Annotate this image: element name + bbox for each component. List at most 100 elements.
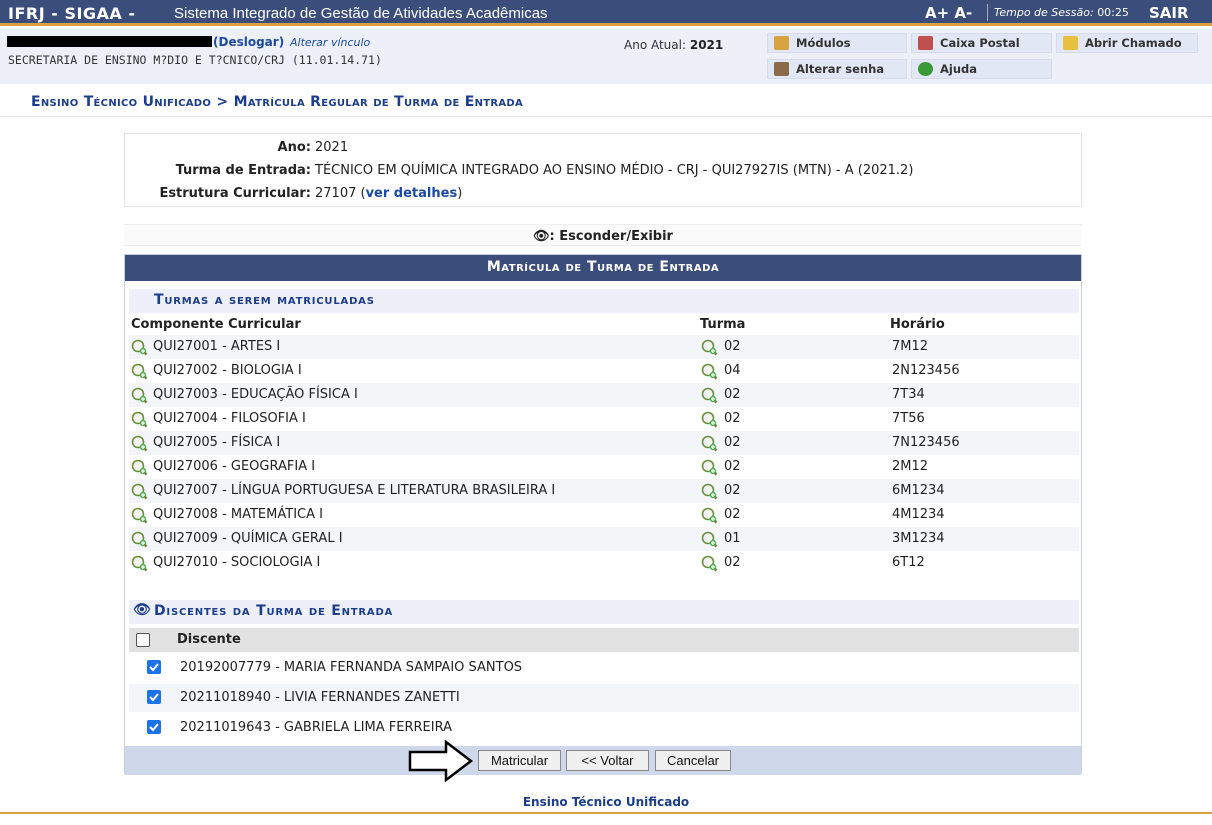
- magnifier-add-icon[interactable]: [131, 459, 148, 476]
- table-row: QUI27001 - ARTES I 02 7M12: [129, 335, 1079, 359]
- modulos-label: Módulos: [796, 36, 851, 50]
- alterar-senha-label: Alterar senha: [796, 62, 885, 76]
- magnifier-add-icon[interactable]: [131, 555, 148, 572]
- turma-cell: 02: [724, 411, 741, 426]
- table-row: QUI27006 - GEOGRAFIA I 02 2M12: [129, 455, 1079, 479]
- system-name: Sistema Integrado de Gestão de Atividade…: [174, 5, 548, 22]
- ano-value: 2021: [315, 140, 349, 155]
- turma-cell: 02: [724, 435, 741, 450]
- turma-cell: 02: [724, 555, 741, 570]
- turma-cell: 01: [724, 531, 741, 546]
- deslogar-link[interactable]: (Deslogar): [213, 35, 284, 49]
- estrutura-label: Estrutura Curricular:: [159, 186, 311, 201]
- breadcrumb: Ensino Técnico Unificado > Matrícula Reg…: [31, 94, 524, 110]
- magnifier-add-icon[interactable]: [131, 531, 148, 548]
- turmas-subtitle: Turmas a serem matriculadas: [129, 289, 1079, 313]
- componente-cell: QUI27009 - QUÍMICA GERAL I: [153, 531, 343, 546]
- magnifier-add-icon[interactable]: [131, 483, 148, 500]
- voltar-button[interactable]: << Voltar: [566, 750, 649, 771]
- cancelar-button[interactable]: Cancelar: [655, 750, 731, 771]
- ano-label: Ano:: [277, 140, 311, 155]
- magnifier-add-icon[interactable]: [701, 483, 718, 500]
- table-row: QUI27010 - SOCIOLOGIA I 02 6T12: [129, 551, 1079, 575]
- magnifier-add-icon[interactable]: [701, 363, 718, 380]
- magnifier-add-icon[interactable]: [701, 339, 718, 356]
- system-logo: IFRJ - SIGAA -: [8, 4, 136, 23]
- magnifier-add-icon[interactable]: [701, 531, 718, 548]
- horario-cell: 6M1234: [892, 483, 945, 498]
- student-row: 20192007779 - MARIA FERNANDA SAMPAIO SAN…: [129, 654, 1079, 682]
- matricular-button[interactable]: Matricular: [478, 750, 561, 771]
- top-bar: IFRJ - SIGAA - Sistema Integrado de Gest…: [0, 0, 1212, 26]
- estrutura-value: 27107 (ver detalhes): [315, 186, 463, 201]
- student-checkbox[interactable]: [147, 720, 161, 734]
- ajuda-button[interactable]: Ajuda: [911, 59, 1052, 79]
- turma-cell: 02: [724, 387, 741, 402]
- student-label: 20211018940 - LIVIA FERNANDES ZANETTI: [180, 690, 460, 705]
- form-footer: Matricular << Voltar Cancelar: [125, 746, 1081, 775]
- table-row: QUI27002 - BIOLOGIA I 04 2N123456: [129, 359, 1079, 383]
- alterar-senha-button[interactable]: Alterar senha: [767, 59, 907, 79]
- table-row: QUI27005 - FÍSICA I 02 7N123456: [129, 431, 1079, 455]
- student-row: 20211018940 - LIVIA FERNANDES ZANETTI: [129, 684, 1079, 712]
- eye-icon: 👁: [133, 602, 152, 618]
- arrow-pointer-icon: [408, 740, 474, 782]
- info-box: Ano: 2021 Turma de Entrada: TÉCNICO EM Q…: [124, 133, 1082, 207]
- magnifier-add-icon[interactable]: [701, 387, 718, 404]
- magnifier-add-icon[interactable]: [701, 459, 718, 476]
- cube-icon: [774, 36, 789, 50]
- select-all-checkbox[interactable]: [136, 633, 150, 647]
- componente-cell: QUI27005 - FÍSICA I: [153, 435, 281, 450]
- ajuda-label: Ajuda: [940, 62, 978, 76]
- horario-cell: 7T56: [892, 411, 925, 426]
- logout-button[interactable]: SAIR: [1149, 4, 1189, 22]
- discentes-subtitle: 👁 Discentes da Turma de Entrada: [129, 600, 1079, 624]
- abrir-chamado-button[interactable]: Abrir Chamado: [1056, 33, 1198, 53]
- student-label: 20211019643 - GABRIELA LIMA FERREIRA: [180, 720, 452, 735]
- magnifier-add-icon[interactable]: [131, 435, 148, 452]
- mailbox-icon: [918, 36, 933, 50]
- magnifier-add-icon[interactable]: [131, 363, 148, 380]
- divider: [0, 116, 1212, 117]
- broom-icon: [1063, 36, 1078, 50]
- student-checkbox[interactable]: [147, 660, 161, 674]
- horario-cell: 6T12: [892, 555, 925, 570]
- horario-cell: 7M12: [892, 339, 929, 354]
- student-label: 20192007779 - MARIA FERNANDA SAMPAIO SAN…: [180, 660, 523, 675]
- eye-icon: 👁: [533, 229, 550, 244]
- footer-text: Ensino Técnico Unificado: [522, 795, 690, 809]
- unit-label: SECRETARIA DE ENSINO M?DIO E T?CNICO/CRJ…: [8, 53, 382, 67]
- magnifier-add-icon[interactable]: [701, 435, 718, 452]
- table-row: QUI27007 - LÍNGUA PORTUGUESA E LITERATUR…: [129, 479, 1079, 503]
- magnifier-add-icon[interactable]: [701, 507, 718, 524]
- table-row: QUI27003 - EDUCAÇÃO FÍSICA I 02 7T34: [129, 383, 1079, 407]
- turma-cell: 02: [724, 459, 741, 474]
- magnifier-add-icon[interactable]: [131, 507, 148, 524]
- alterar-vinculo-link[interactable]: Alterar vínculo: [290, 36, 370, 49]
- ver-detalhes-link[interactable]: ver detalhes: [366, 186, 458, 201]
- horario-cell: 2N123456: [892, 363, 960, 378]
- horario-cell: 7N123456: [892, 435, 960, 450]
- horario-cell: 7T34: [892, 387, 925, 402]
- modulos-button[interactable]: Módulos: [767, 33, 907, 53]
- discente-col: Discente: [177, 632, 241, 647]
- caixa-postal-button[interactable]: Caixa Postal: [911, 33, 1052, 53]
- ano-atual: Ano Atual: 2021: [624, 38, 724, 52]
- componente-cell: QUI27001 - ARTES I: [153, 339, 281, 354]
- magnifier-add-icon[interactable]: [131, 411, 148, 428]
- magnifier-add-icon[interactable]: [701, 555, 718, 572]
- componente-cell: QUI27007 - LÍNGUA PORTUGUESA E LITERATUR…: [153, 483, 556, 498]
- font-size-controls[interactable]: A+ A-: [925, 4, 972, 22]
- magnifier-add-icon[interactable]: [701, 411, 718, 428]
- componente-cell: QUI27004 - FILOSOFIA I: [153, 411, 306, 426]
- session-timer: Tempo de Sessão: 00:25: [994, 6, 1129, 19]
- matricula-panel: Matrícula de Turma de Entrada Turmas a s…: [124, 254, 1082, 775]
- student-checkbox[interactable]: [147, 690, 161, 704]
- componente-cell: QUI27003 - EDUCAÇÃO FÍSICA I: [153, 387, 358, 402]
- magnifier-add-icon[interactable]: [131, 339, 148, 356]
- horario-cell: 2M12: [892, 459, 929, 474]
- magnifier-add-icon[interactable]: [131, 387, 148, 404]
- panel-title: Matrícula de Turma de Entrada: [125, 255, 1081, 281]
- componente-cell: QUI27010 - SOCIOLOGIA I: [153, 555, 321, 570]
- toggle-visibility[interactable]: 👁: Esconder/Exibir: [124, 224, 1082, 246]
